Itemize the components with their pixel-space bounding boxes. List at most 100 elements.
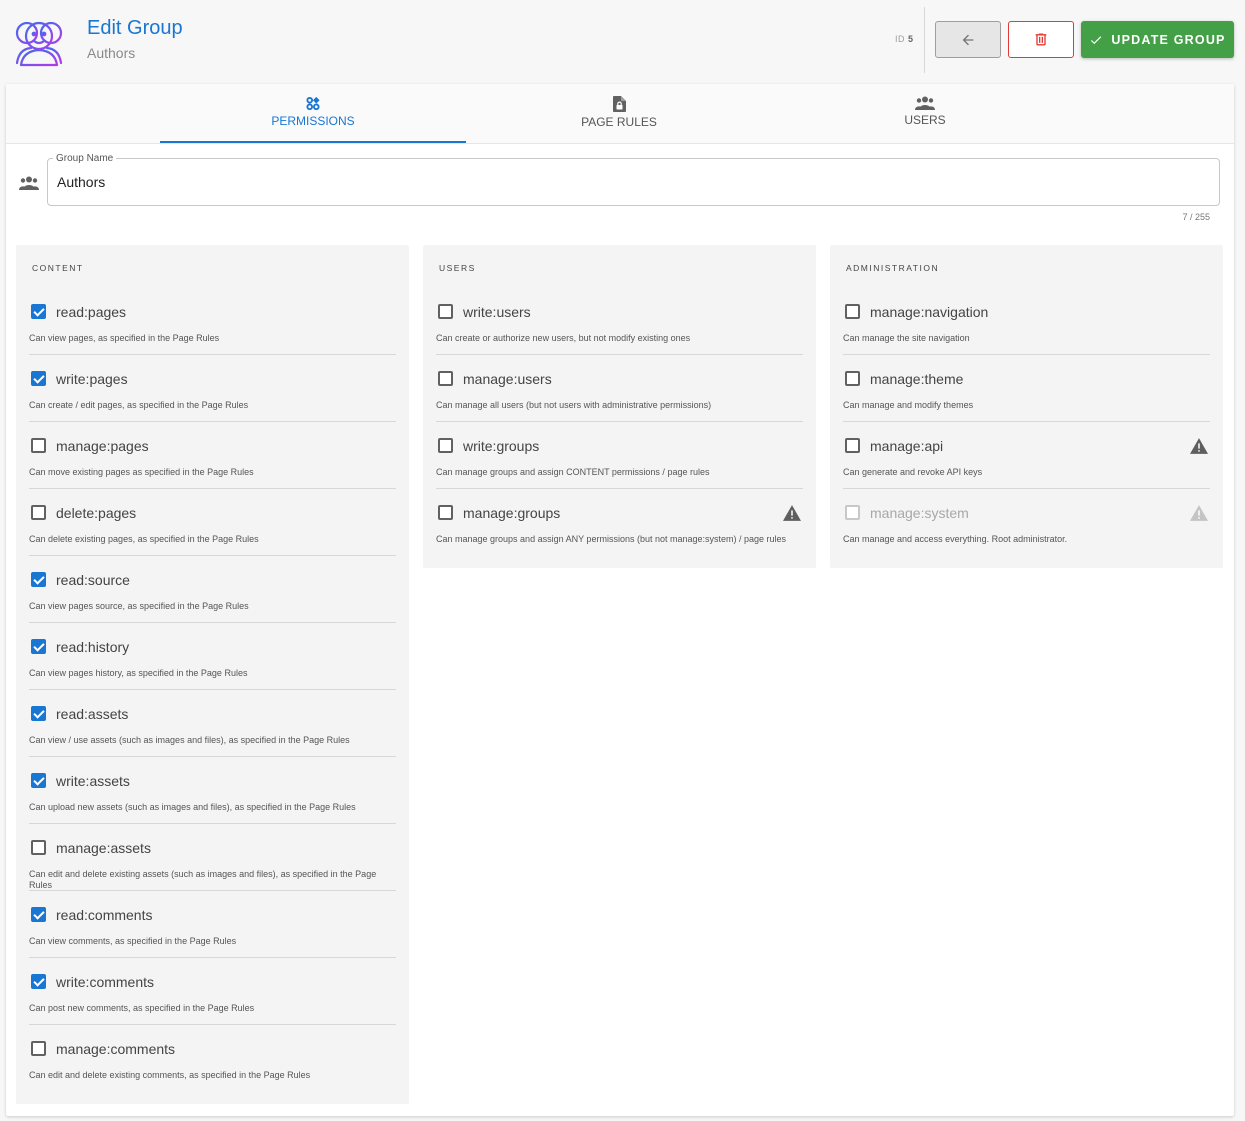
tab-permissions[interactable]: PERMISSIONS (160, 84, 466, 144)
permission-write-users: write:users Can create or authorize new u… (436, 288, 803, 355)
warning-icon (783, 505, 801, 526)
permission-column-content: CONTENT read:pages Can view pages, as spec… (16, 245, 409, 1104)
permission-checkbox[interactable] (438, 304, 453, 319)
permission-checkbox[interactable] (438, 505, 453, 520)
permission-name: manage:comments (56, 1041, 176, 1057)
tab-users-label: USERS (904, 113, 946, 127)
permission-checkbox[interactable] (438, 371, 453, 386)
permission-write-groups: write:groups Can manage groups and assign… (436, 422, 803, 489)
permission-checkbox[interactable] (31, 639, 46, 654)
permission-checkbox[interactable] (31, 1041, 46, 1056)
group-name-label: Group Name (53, 153, 117, 164)
tab-bar: PERMISSIONS PAGE RULES USERS (6, 84, 1234, 144)
arrow-left-icon (962, 34, 974, 45)
permission-name: read:comments (56, 907, 153, 923)
permission-name: write:groups (463, 438, 540, 454)
permission-name: write:pages (56, 371, 128, 387)
column-title: ADMINISTRATION (846, 263, 940, 273)
check-icon (1091, 35, 1102, 44)
permission-checkbox[interactable] (31, 438, 46, 453)
active-tab-indicator (160, 141, 466, 143)
permission-manage-theme: manage:theme Can manage and modify themes (843, 355, 1210, 422)
permission-checkbox[interactable] (31, 974, 46, 989)
permission-name: manage:system (870, 505, 969, 521)
tab-permissions-label: PERMISSIONS (271, 114, 355, 128)
permission-checkbox[interactable] (31, 304, 46, 319)
group-name-input[interactable] (57, 174, 1157, 190)
permission-description: Can edit and delete existing assets (suc… (29, 869, 377, 890)
permission-name: read:history (56, 639, 130, 655)
permission-read-history: read:history Can view pages history, as s… (29, 623, 396, 690)
header-divider (924, 7, 925, 73)
permission-description: Can view pages, as specified in the Page… (29, 333, 220, 343)
warning-icon (1190, 438, 1208, 459)
permission-description: Can view pages history, as specified in … (29, 668, 248, 678)
permission-description: Can view / use assets (such as images an… (29, 735, 350, 745)
permission-name: manage:navigation (870, 304, 989, 320)
permission-checkbox[interactable] (31, 572, 46, 587)
permission-checkbox[interactable] (845, 438, 860, 453)
permission-read-assets: read:assets Can view / use assets (such a… (29, 690, 396, 757)
tab-page-rules[interactable]: PAGE RULES (466, 84, 772, 144)
group-id-label: ID (895, 34, 905, 44)
permission-checkbox[interactable] (438, 438, 453, 453)
group-name-field[interactable] (47, 158, 1220, 206)
permission-delete-pages: delete:pages Can delete existing pages, a… (29, 489, 396, 556)
permission-checkbox[interactable] (31, 907, 46, 922)
permission-read-source: read:source Can view pages source, as spe… (29, 556, 396, 623)
permission-description: Can create / edit pages, as specified in… (29, 400, 249, 410)
permission-checkbox[interactable] (845, 304, 860, 319)
permission-column-users: USERS write:users Can create or authorize … (423, 245, 816, 568)
permission-checkbox[interactable] (31, 773, 46, 788)
permission-name: manage:groups (463, 505, 561, 521)
permission-name: write:assets (56, 773, 130, 789)
permission-description: Can delete existing pages, as specified … (29, 534, 259, 544)
permission-read-pages: read:pages Can view pages, as specified i… (29, 288, 396, 355)
permission-manage-users: manage:users Can manage all users (but no… (436, 355, 803, 422)
permission-checkbox[interactable] (31, 505, 46, 520)
permission-checkbox[interactable] (845, 371, 860, 386)
permission-name: read:assets (56, 706, 129, 722)
permission-manage-system: manage:system Can manage and access every… (843, 489, 1210, 556)
permission-description: Can manage groups and assign CONTENT per… (436, 467, 710, 477)
permissions-icon (306, 96, 320, 111)
page-lock-icon (612, 96, 626, 112)
group-icon (19, 176, 39, 190)
permission-checkbox[interactable] (31, 840, 46, 855)
group-people-icon (15, 21, 63, 67)
users-icon (915, 96, 935, 110)
permission-name: manage:users (463, 371, 552, 387)
permission-description: Can post new comments, as specified in t… (29, 1003, 255, 1013)
tab-page-rules-label: PAGE RULES (581, 115, 657, 129)
permission-description: Can view pages source, as specified in t… (29, 601, 249, 611)
delete-button[interactable] (1008, 21, 1074, 58)
permission-name: delete:pages (56, 505, 137, 521)
group-id: ID 5 (895, 34, 914, 44)
permission-checkbox (845, 505, 860, 520)
permission-checkbox[interactable] (31, 371, 46, 386)
back-button[interactable] (935, 21, 1001, 58)
permission-manage-comments: manage:comments Can edit and delete exist… (29, 1025, 396, 1092)
permission-manage-api: manage:api Can generate and revoke API ke… (843, 422, 1210, 489)
warning-icon (1190, 505, 1208, 526)
update-group-label: UPDATE GROUP (1111, 32, 1226, 47)
permission-manage-navigation: manage:navigation Can manage the site nav… (843, 288, 1210, 355)
group-id-value: 5 (908, 34, 914, 44)
permission-write-assets: write:assets Can upload new assets (such … (29, 757, 396, 824)
column-title: CONTENT (32, 263, 84, 273)
permission-description: Can move existing pages as specified in … (29, 467, 254, 477)
update-group-button[interactable]: UPDATE GROUP (1081, 21, 1234, 58)
group-editor-card: PERMISSIONS PAGE RULES USERS Authors Gro… (6, 84, 1234, 1116)
permission-name: write:users (463, 304, 531, 320)
permission-manage-pages: manage:pages Can move existing pages as s… (29, 422, 396, 489)
page-title: Edit Group (87, 17, 183, 39)
tab-users[interactable]: USERS (772, 84, 1078, 144)
group-name-counter: 7 / 255 (1182, 212, 1210, 222)
permission-name: read:pages (56, 304, 127, 320)
page-header: Edit Group Authors ID 5 UPDATE GROUP (0, 0, 1245, 82)
permission-description: Can manage and access everything. Root a… (843, 534, 1068, 544)
permission-description: Can view comments, as specified in the P… (29, 936, 237, 946)
permission-name: read:source (56, 572, 130, 588)
permission-name: manage:assets (56, 840, 151, 856)
permission-checkbox[interactable] (31, 706, 46, 721)
